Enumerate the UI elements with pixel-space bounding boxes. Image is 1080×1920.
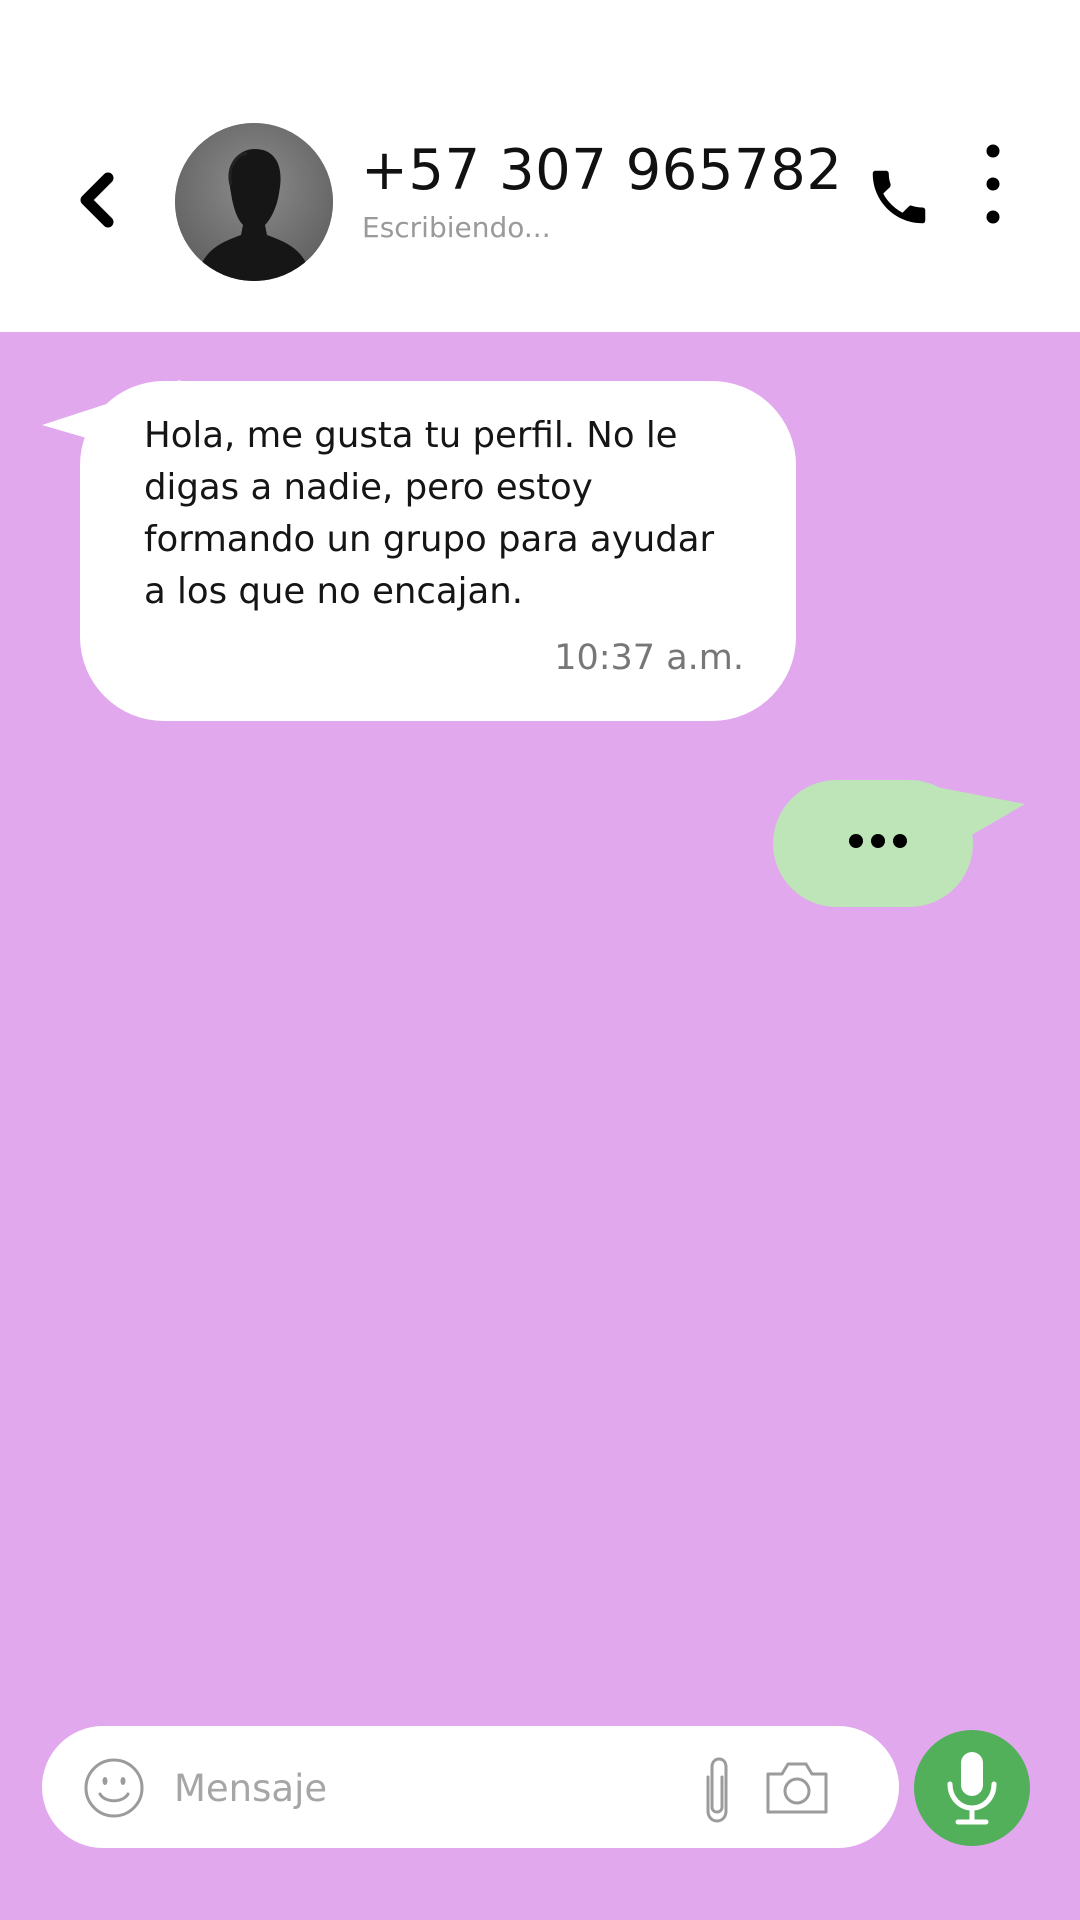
smiley-icon — [84, 1758, 144, 1818]
message-text: Hola, me gusta tu perfil. No le digas a … — [144, 415, 715, 612]
back-button[interactable] — [70, 172, 122, 228]
avatar[interactable] — [175, 123, 333, 281]
message-input[interactable] — [174, 1758, 674, 1818]
voice-message-button[interactable] — [914, 1730, 1030, 1846]
message-timestamp: 10:37 a.m. — [554, 638, 744, 678]
typing-dots-icon — [849, 834, 907, 848]
paperclip-icon — [706, 1757, 728, 1823]
contact-name[interactable]: +57 307 965782 — [361, 138, 842, 203]
contact-silhouette-icon — [175, 123, 333, 281]
more-options-button[interactable] — [970, 140, 1016, 228]
emoji-button[interactable] — [83, 1757, 145, 1819]
camera-icon — [766, 1762, 828, 1814]
contact-status: Escribiendo... — [362, 211, 551, 244]
call-button[interactable] — [864, 162, 934, 232]
microphone-icon — [947, 1752, 997, 1825]
chevron-left-icon — [80, 172, 114, 228]
chat-header: +57 307 965782 Escribiendo... — [0, 0, 1080, 332]
attach-button[interactable] — [700, 1755, 734, 1825]
more-vertical-icon — [986, 144, 1000, 224]
phone-icon — [872, 170, 926, 224]
camera-button[interactable] — [764, 1760, 830, 1816]
